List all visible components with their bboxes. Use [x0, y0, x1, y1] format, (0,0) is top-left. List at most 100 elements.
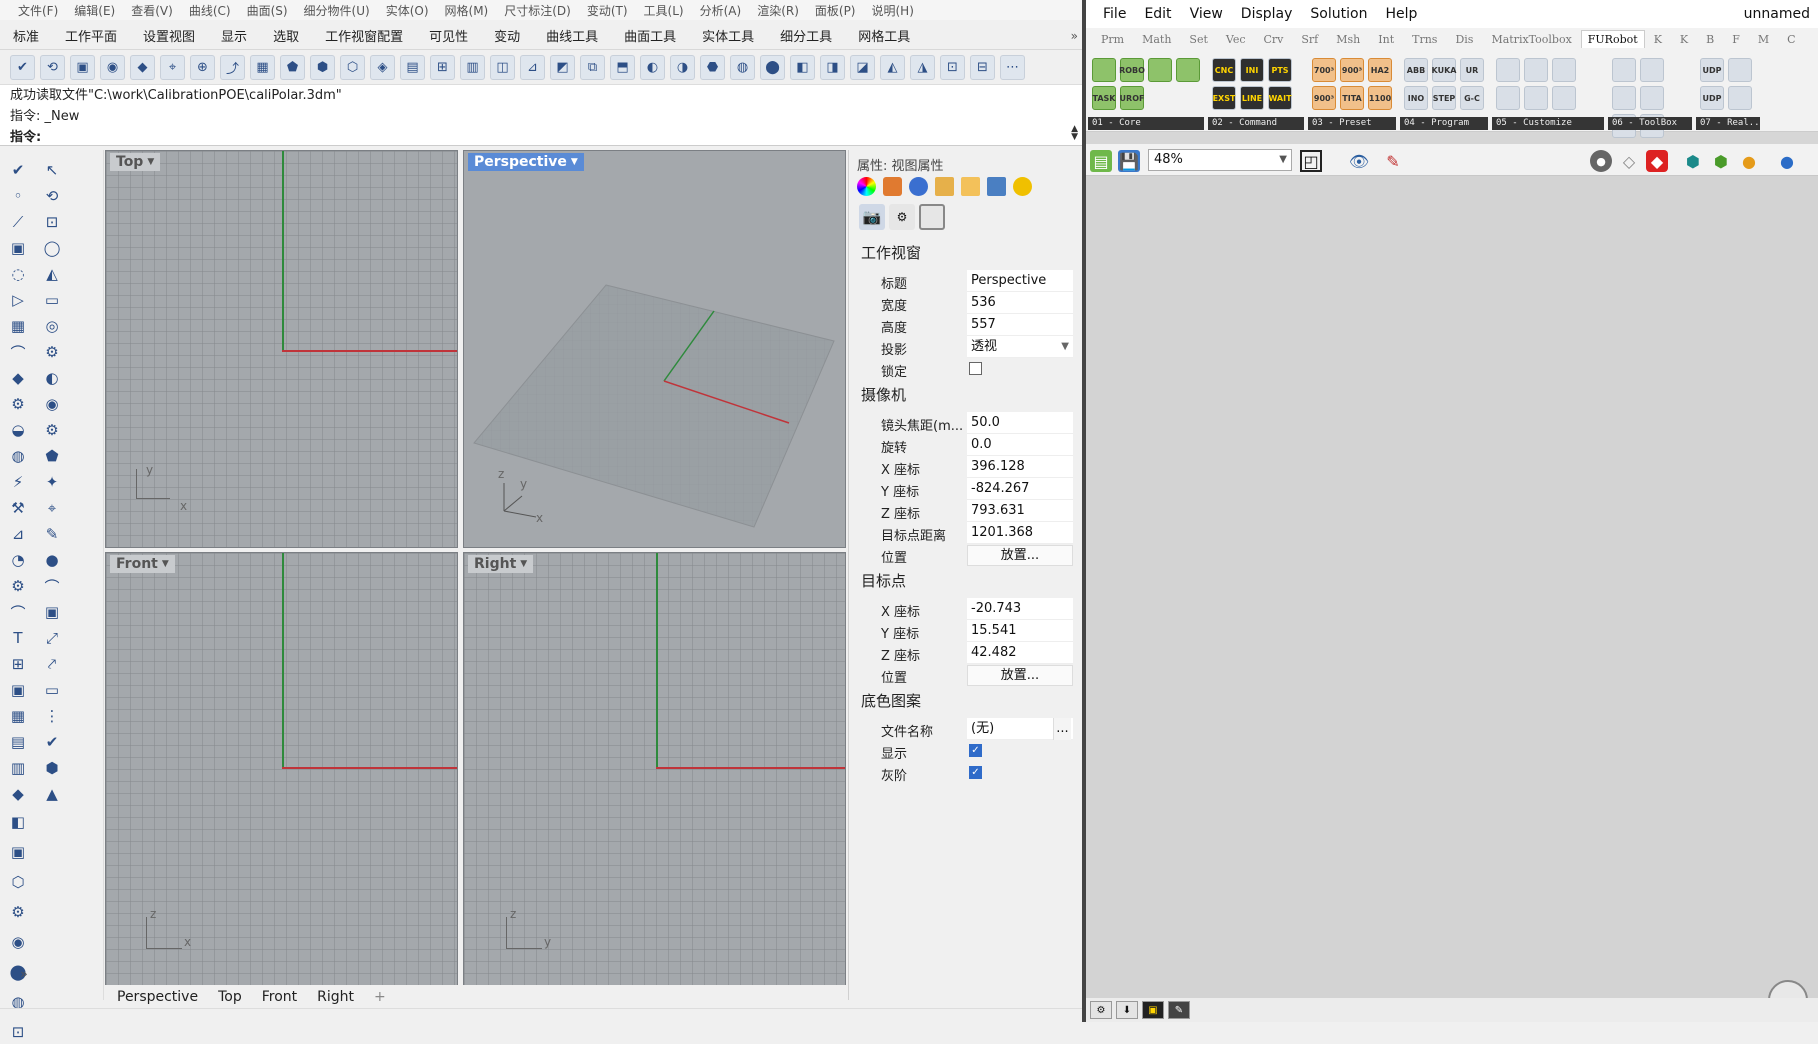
pen-icon[interactable]: ✎ [1168, 1001, 1190, 1019]
property-value[interactable]: 0.0 [967, 434, 1073, 456]
left-tool-icon[interactable]: ◉ [40, 392, 64, 416]
left-tool-icon[interactable]: ▣ [40, 600, 64, 624]
toolbar-tab[interactable]: 可见性 [416, 26, 481, 45]
left-tool-icon[interactable]: ▣ [6, 678, 30, 702]
custom-preview-icon[interactable]: ⬢ [1710, 150, 1732, 172]
toolbar-tab[interactable]: 显示 [208, 26, 260, 45]
gh-menu-item[interactable]: Solution [1301, 6, 1376, 22]
display-icon[interactable] [987, 177, 1006, 196]
gh-component-icon[interactable] [1176, 58, 1200, 82]
menu-item[interactable]: 渲染(R) [749, 2, 807, 19]
command-scroll-arrows-icon[interactable]: ▲ ▼ [1071, 125, 1078, 142]
gh-category-tab[interactable]: Trns [1403, 33, 1446, 46]
toolbar-tab[interactable]: 工作视窗配置 [312, 26, 416, 45]
toolbar-button-icon[interactable]: ◪ [850, 54, 875, 80]
left-tool-icon[interactable]: ⚙ [6, 574, 30, 598]
property-value[interactable]: 1201.368 [967, 522, 1073, 544]
left-tool-icon[interactable]: ⊞ [6, 652, 30, 676]
gh-group-label[interactable]: 03 - Preset [1308, 117, 1396, 130]
folder-icon[interactable] [961, 177, 980, 196]
left-tool-icon[interactable]: ◔ [6, 548, 30, 572]
gh-group-label[interactable]: 07 - Real... [1696, 117, 1760, 130]
viewport-right[interactable]: Right ▼ z y [463, 552, 846, 986]
gh-component-icon[interactable] [1524, 58, 1548, 82]
property-value[interactable]: 15.541 [967, 620, 1073, 642]
bell-icon[interactable] [1013, 177, 1032, 196]
gh-category-tab[interactable]: B [1697, 33, 1723, 46]
left-tool-icon[interactable]: ⬡ [6, 870, 30, 894]
gh-component-icon[interactable]: 900³ [1312, 86, 1336, 110]
left-tool-icon[interactable]: ◦ [6, 184, 30, 208]
place-button[interactable]: 放置... [967, 545, 1073, 566]
zoom-dropdown[interactable]: 48% ▼ [1148, 149, 1292, 171]
gh-group-label[interactable]: 05 - Customize [1492, 117, 1604, 130]
toolbar-button-icon[interactable]: ◑ [670, 54, 695, 80]
property-value[interactable]: (无)... [967, 718, 1073, 740]
toolbar-button-icon[interactable]: ⊟ [970, 54, 995, 80]
toolbar-button-icon[interactable]: ▥ [460, 54, 485, 80]
toolbar-button-icon[interactable]: ◩ [550, 54, 575, 80]
toolbar-button-icon[interactable]: ◨ [820, 54, 845, 80]
open-file-icon[interactable]: ▤ [1090, 150, 1112, 172]
left-tool-icon[interactable]: ⚒ [6, 496, 30, 520]
gh-component-icon[interactable]: STEP [1432, 86, 1456, 110]
gh-menu-item[interactable]: File [1094, 6, 1135, 22]
toolbar-button-icon[interactable]: ⧉ [580, 54, 605, 80]
gh-component-icon[interactable]: 1100 [1368, 86, 1392, 110]
left-tool-icon[interactable]: ◒ [6, 418, 30, 442]
zoom-extents-icon[interactable]: ◰ [1300, 150, 1322, 172]
gh-category-tab[interactable]: Msh [1327, 33, 1369, 46]
command-prompt-input[interactable]: 指令: [0, 127, 1082, 148]
toolbar-tab[interactable]: 曲面工具 [611, 26, 689, 45]
left-tool-icon[interactable]: ⚙ [40, 340, 64, 364]
gh-component-icon[interactable] [1552, 86, 1576, 110]
texture-icon[interactable] [935, 177, 954, 196]
gh-component-icon[interactable] [1092, 58, 1116, 82]
gh-component-icon[interactable] [1640, 58, 1664, 82]
viewport-perspective[interactable]: Perspective ▼ z y x [463, 150, 846, 548]
toolbar-button-icon[interactable]: ▣ [70, 54, 95, 80]
property-value[interactable]: 42.482 [967, 642, 1073, 664]
viewport-tab[interactable]: Front [262, 989, 297, 1005]
left-tool-icon[interactable]: ◆ [6, 782, 30, 806]
toolbar-tab[interactable]: 实体工具 [689, 26, 767, 45]
sketch-icon[interactable]: ✎ [1382, 150, 1404, 172]
toolbar-button-icon[interactable]: ◮ [910, 54, 935, 80]
left-tool-icon[interactable]: ▣ [6, 840, 30, 864]
left-tool-icon[interactable]: ⟋ [6, 210, 30, 234]
property-value[interactable]: 透视 ▼ [967, 336, 1073, 358]
left-tool-icon[interactable]: ● [40, 548, 64, 572]
gh-category-tab[interactable]: Prm [1092, 33, 1133, 46]
toolbar-tab[interactable]: 细分工具 [767, 26, 845, 45]
lock-checkbox[interactable] [969, 362, 982, 375]
gh-component-icon[interactable] [1728, 86, 1752, 110]
left-tool-icon[interactable]: ✔ [40, 730, 64, 754]
toolbar-button-icon[interactable]: ⊞ [430, 54, 455, 80]
property-value[interactable]: -20.743 [967, 598, 1073, 620]
place-button[interactable]: 放置... [967, 665, 1073, 686]
gh-component-icon[interactable]: WAIT [1268, 86, 1292, 110]
add-viewport-tab-icon[interactable]: + [374, 989, 386, 1005]
left-tool-icon[interactable]: ⤤ [40, 652, 64, 676]
left-tool-icon[interactable]: ◭ [40, 262, 64, 286]
menu-item[interactable]: 实体(O) [378, 2, 437, 19]
menu-item[interactable]: 查看(V) [123, 2, 181, 19]
viewport-right-label[interactable]: Right ▼ [468, 555, 534, 573]
left-tool-icon[interactable]: ▭ [40, 288, 64, 312]
viewport-tab[interactable]: Perspective [117, 989, 198, 1005]
gh-category-tab[interactable]: M [1749, 33, 1778, 46]
left-tool-icon[interactable]: ⌖ [40, 496, 64, 520]
gh-component-icon[interactable]: 900³ [1340, 58, 1364, 82]
left-tool-icon[interactable]: ▥ [6, 756, 30, 780]
gh-component-icon[interactable]: EXST [1212, 86, 1236, 110]
gh-menu-item[interactable]: Help [1376, 6, 1426, 22]
gh-component-icon[interactable]: TASK [1092, 86, 1116, 110]
left-tool-icon[interactable]: ▣ [6, 236, 30, 260]
property-value[interactable]: 50.0 [967, 412, 1073, 434]
left-tool-icon[interactable]: ⌒ [6, 340, 30, 364]
gh-category-tab[interactable]: Vec [1217, 33, 1255, 46]
viewport-front[interactable]: Front ▼ z x [105, 552, 458, 986]
gh-component-icon[interactable]: CNC [1212, 58, 1236, 82]
preview-shaded-icon[interactable]: ● [1590, 150, 1612, 172]
left-tool-icon[interactable]: ⋮ [40, 704, 64, 728]
